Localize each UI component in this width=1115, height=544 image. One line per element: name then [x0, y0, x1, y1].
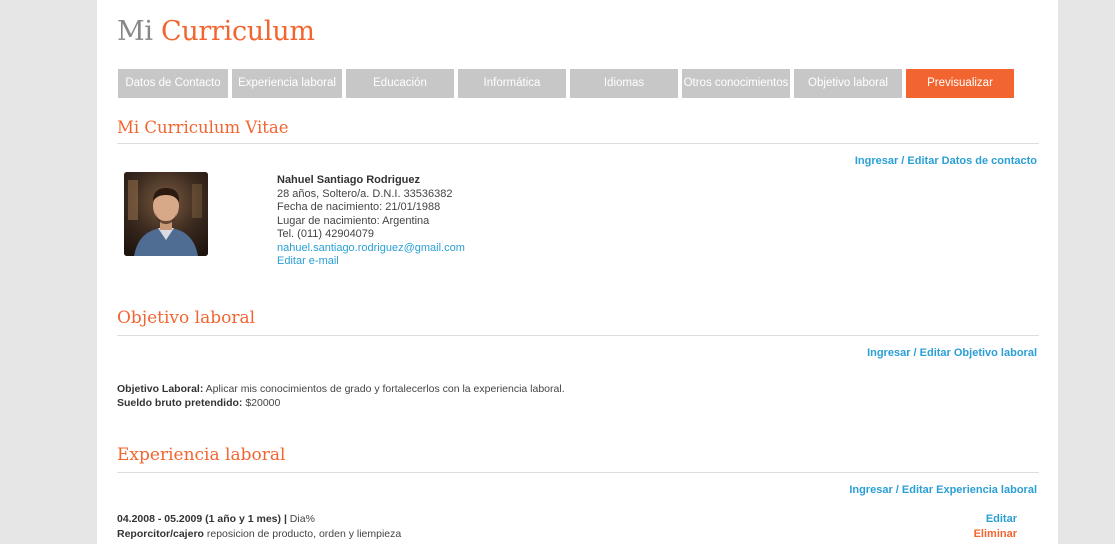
page-container: Mi Curriculum Datos de Contacto Experien…	[97, 0, 1058, 544]
page-title-part2: Curriculum	[160, 16, 315, 47]
experience-period-line: 04.2008 - 05.2009 (1 año y 1 mes) | Dia%	[117, 512, 401, 527]
tab-informatica[interactable]: Informática	[458, 69, 566, 98]
edit-objective-link[interactable]: Ingresar / Editar Objetivo laboral	[867, 347, 1037, 359]
cv-section-title: Mi Curriculum Vitae	[117, 118, 289, 137]
experience-period: 04.2008 - 05.2009 (1 año y 1 mes) |	[117, 513, 287, 525]
objective-section-title: Objetivo laboral	[117, 308, 256, 328]
contact-phone: Tel. (011) 42904079	[277, 228, 375, 240]
experience-item-actions: Editar Eliminar	[974, 512, 1017, 542]
tab-educacion[interactable]: Educación	[346, 69, 454, 98]
edit-experience-link[interactable]: Ingresar / Editar Experiencia laboral	[849, 484, 1037, 496]
objective-divider	[117, 335, 1039, 336]
cv-divider	[117, 143, 1039, 144]
tab-datos-de-contacto[interactable]: Datos de Contacto	[118, 69, 228, 98]
profile-photo	[124, 172, 208, 256]
contact-email-link[interactable]: nahuel.santiago.rodriguez@gmail.com	[277, 242, 465, 256]
experience-item: 04.2008 - 05.2009 (1 año y 1 mes) | Dia%…	[117, 512, 401, 542]
edit-contact-link[interactable]: Ingresar / Editar Datos de contacto	[855, 155, 1037, 167]
experience-delete-link[interactable]: Eliminar	[974, 527, 1017, 542]
experience-company: Dia%	[286, 513, 315, 525]
objective-label: Objetivo Laboral:	[117, 383, 204, 395]
tab-objetivo-laboral[interactable]: Objetivo laboral	[794, 69, 902, 98]
tab-idiomas[interactable]: Idiomas	[570, 69, 678, 98]
page-title-part1: Mi	[117, 16, 153, 47]
contact-birth-date: Fecha de nacimiento: 21/01/1988	[277, 201, 441, 213]
page-title: Mi Curriculum	[117, 14, 315, 50]
contact-birth-place: Lugar de nacimiento: Argentina	[277, 214, 430, 227]
experience-description: reposicion de producto, orden y liempiez…	[203, 528, 402, 540]
edit-email-link[interactable]: Editar e-mail	[277, 255, 465, 269]
contact-age-status-dni: 28 años, Soltero/a. D.N.I. 33536382	[277, 187, 453, 200]
tab-previsualizar[interactable]: Previsualizar	[906, 69, 1014, 98]
objective-text: Aplicar mis conocimientos de grado y for…	[203, 383, 565, 395]
salary-label: Sueldo bruto pretendido:	[117, 397, 243, 409]
objective-details: Objetivo Laboral: Aplicar mis conocimien…	[117, 382, 565, 410]
experience-edit-link[interactable]: Editar	[974, 512, 1017, 527]
objective-line: Objetivo Laboral: Aplicar mis conocimien…	[117, 382, 565, 396]
contact-details: Nahuel Santiago Rodriguez 28 años, Solte…	[277, 174, 465, 269]
tab-otros-conocimientos[interactable]: Otros conocimientos	[682, 69, 790, 98]
salary-line: Sueldo bruto pretendido: $20000	[117, 396, 565, 410]
experience-role: Reporcitor/cajero	[117, 528, 204, 540]
experience-role-line: Reporcitor/cajero reposicion de producto…	[117, 527, 401, 542]
tab-experiencia-laboral[interactable]: Experiencia laboral	[232, 69, 342, 98]
avatar-image-icon	[124, 172, 208, 256]
contact-name: Nahuel Santiago Rodriguez	[277, 174, 421, 186]
salary-text: $20000	[242, 397, 281, 409]
experience-divider	[117, 472, 1039, 473]
experience-section-title: Experiencia laboral	[117, 445, 286, 465]
section-tabs: Datos de Contacto Experiencia laboral Ed…	[118, 69, 1014, 98]
